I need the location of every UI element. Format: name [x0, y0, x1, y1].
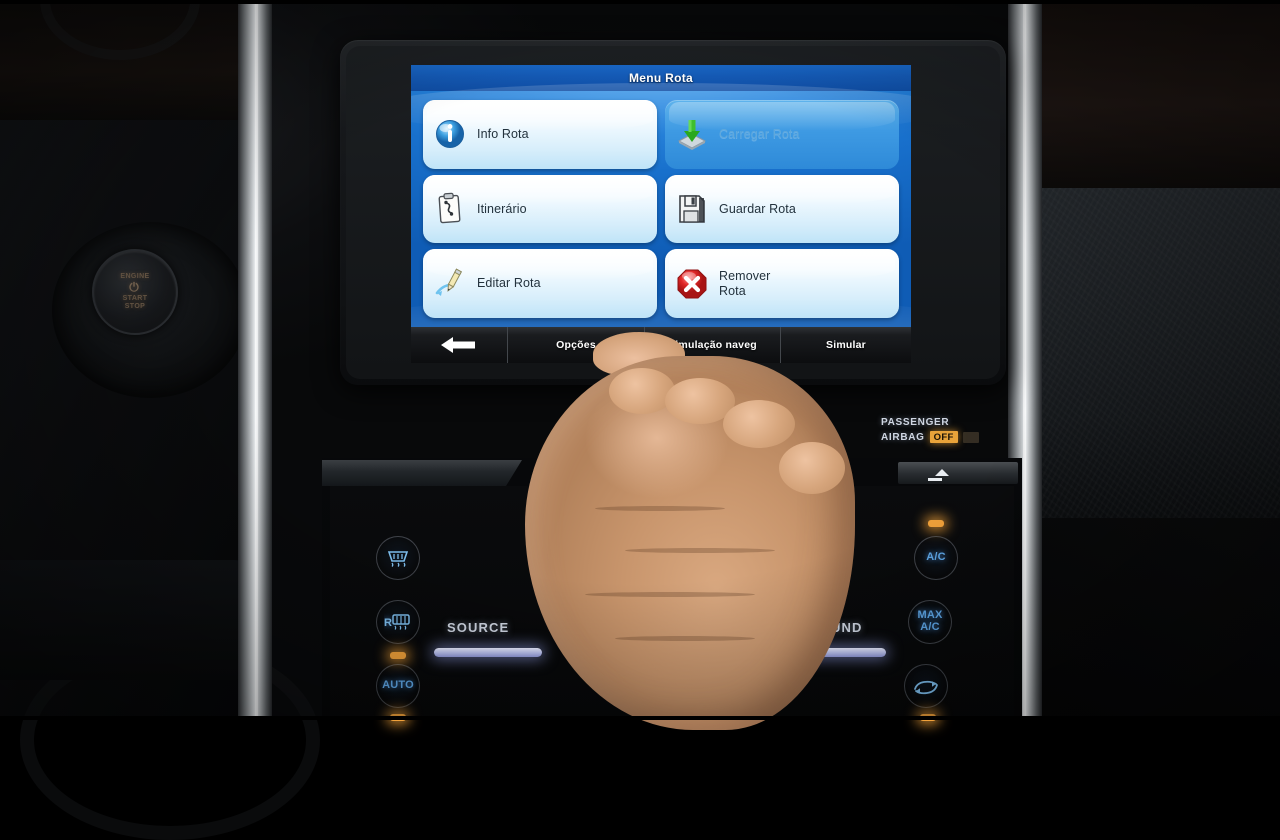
nav-label-carregar-rota: Carregar Rota	[719, 127, 800, 142]
car-interior: ENGINE ⏻ START STOP Menu Rota Info Rota …	[0, 0, 1280, 840]
navigation-touchscreen[interactable]: Menu Rota Info Rota Carregar Rota Itiner…	[411, 65, 911, 363]
eject-icon[interactable]	[935, 469, 949, 476]
airbag-status-row: AIRBAG OFF	[881, 431, 995, 443]
chrome-trim-left	[238, 0, 272, 720]
nav-button-guardar-rota[interactable]: Guardar Rota	[665, 174, 899, 244]
back-arrow-icon	[441, 337, 475, 353]
hand-texture	[615, 636, 755, 641]
hand-touching-screen	[505, 330, 877, 750]
knuckle	[723, 400, 795, 448]
ac-button[interactable]: A/C	[914, 536, 958, 580]
nav-back-button[interactable]	[411, 327, 508, 363]
nav-label-remover-rota: Remover Rota	[719, 269, 771, 298]
rear-defrost-button[interactable]: R	[376, 600, 420, 644]
recirculate-icon	[914, 680, 938, 695]
max-ac-label: MAX A/C	[917, 609, 943, 633]
nav-button-remover-rota[interactable]: Remover Rota	[665, 249, 899, 318]
dashboard-right-wood-trim	[1042, 0, 1280, 190]
defrost-rear-icon: R	[384, 614, 410, 630]
nav-label-info-rota: Info Rota	[477, 127, 529, 142]
nav-button-carregar-rota: Carregar Rota	[665, 100, 899, 169]
letterbox-bottom	[0, 716, 1280, 720]
knuckle	[779, 442, 845, 494]
recirculate-button[interactable]	[904, 664, 948, 708]
info-icon	[433, 117, 467, 151]
defrost-front-icon	[387, 551, 409, 567]
chrome-highlight-left	[255, 0, 258, 720]
front-defrost-button[interactable]	[376, 536, 420, 580]
rear-defrost-led	[390, 652, 406, 659]
max-ac-button[interactable]: MAX A/C	[908, 600, 952, 644]
letterbox-top	[0, 0, 1280, 4]
ignition-start-label: START	[122, 294, 148, 302]
ac-led	[928, 520, 944, 527]
passenger-airbag-indicator: PASSENGER AIRBAG OFF	[875, 408, 995, 452]
pencil-icon	[433, 267, 467, 301]
ac-label: A/C	[926, 551, 946, 564]
status-badge: OFF	[929, 431, 958, 443]
ignition-face: ENGINE ⏻ START STOP	[94, 251, 176, 333]
hand-texture	[625, 548, 775, 553]
engine-start-stop-button[interactable]: ENGINE ⏻ START STOP	[92, 249, 178, 335]
load-icon	[675, 117, 709, 151]
cd-slot	[898, 462, 1018, 484]
airbag-label: AIRBAG	[881, 431, 925, 443]
eject-icon-bar	[928, 478, 942, 481]
hand-texture	[585, 592, 755, 597]
airbag-passenger-label: PASSENGER	[881, 417, 950, 428]
auto-climate-label: AUTO	[382, 679, 414, 692]
nav-button-editar-rota[interactable]: Editar Rota	[423, 249, 657, 318]
delete-icon	[675, 267, 709, 301]
dashboard-right-leather-grain	[1042, 188, 1280, 518]
console-trim-left	[322, 460, 522, 486]
nav-button-info-rota[interactable]: Info Rota	[423, 100, 657, 169]
clipboard-icon	[433, 192, 467, 226]
power-icon: ⏻	[129, 280, 141, 295]
svg-text:R: R	[384, 617, 392, 629]
chrome-highlight-right	[1023, 0, 1026, 720]
nav-label-guardar-rota: Guardar Rota	[719, 201, 796, 216]
auto-climate-button[interactable]: AUTO	[376, 664, 420, 708]
source-label: SOURCE	[447, 620, 510, 635]
nav-button-grid: Info Rota Carregar Rota Itinerário Guard…	[423, 100, 899, 318]
floppy-icon	[675, 192, 709, 226]
air-vent-left	[0, 560, 250, 680]
ignition-stop-label: STOP	[124, 302, 146, 310]
hand-texture	[595, 506, 725, 511]
nav-button-itinerario[interactable]: Itinerário	[423, 174, 657, 244]
nav-menu-body: Info Rota Carregar Rota Itinerário Guard…	[411, 83, 911, 355]
nav-label-editar-rota: Editar Rota	[477, 276, 541, 291]
airbag-on-segment	[962, 431, 979, 443]
knuckle	[609, 368, 675, 414]
nav-label-itinerario: Itinerário	[477, 201, 527, 216]
